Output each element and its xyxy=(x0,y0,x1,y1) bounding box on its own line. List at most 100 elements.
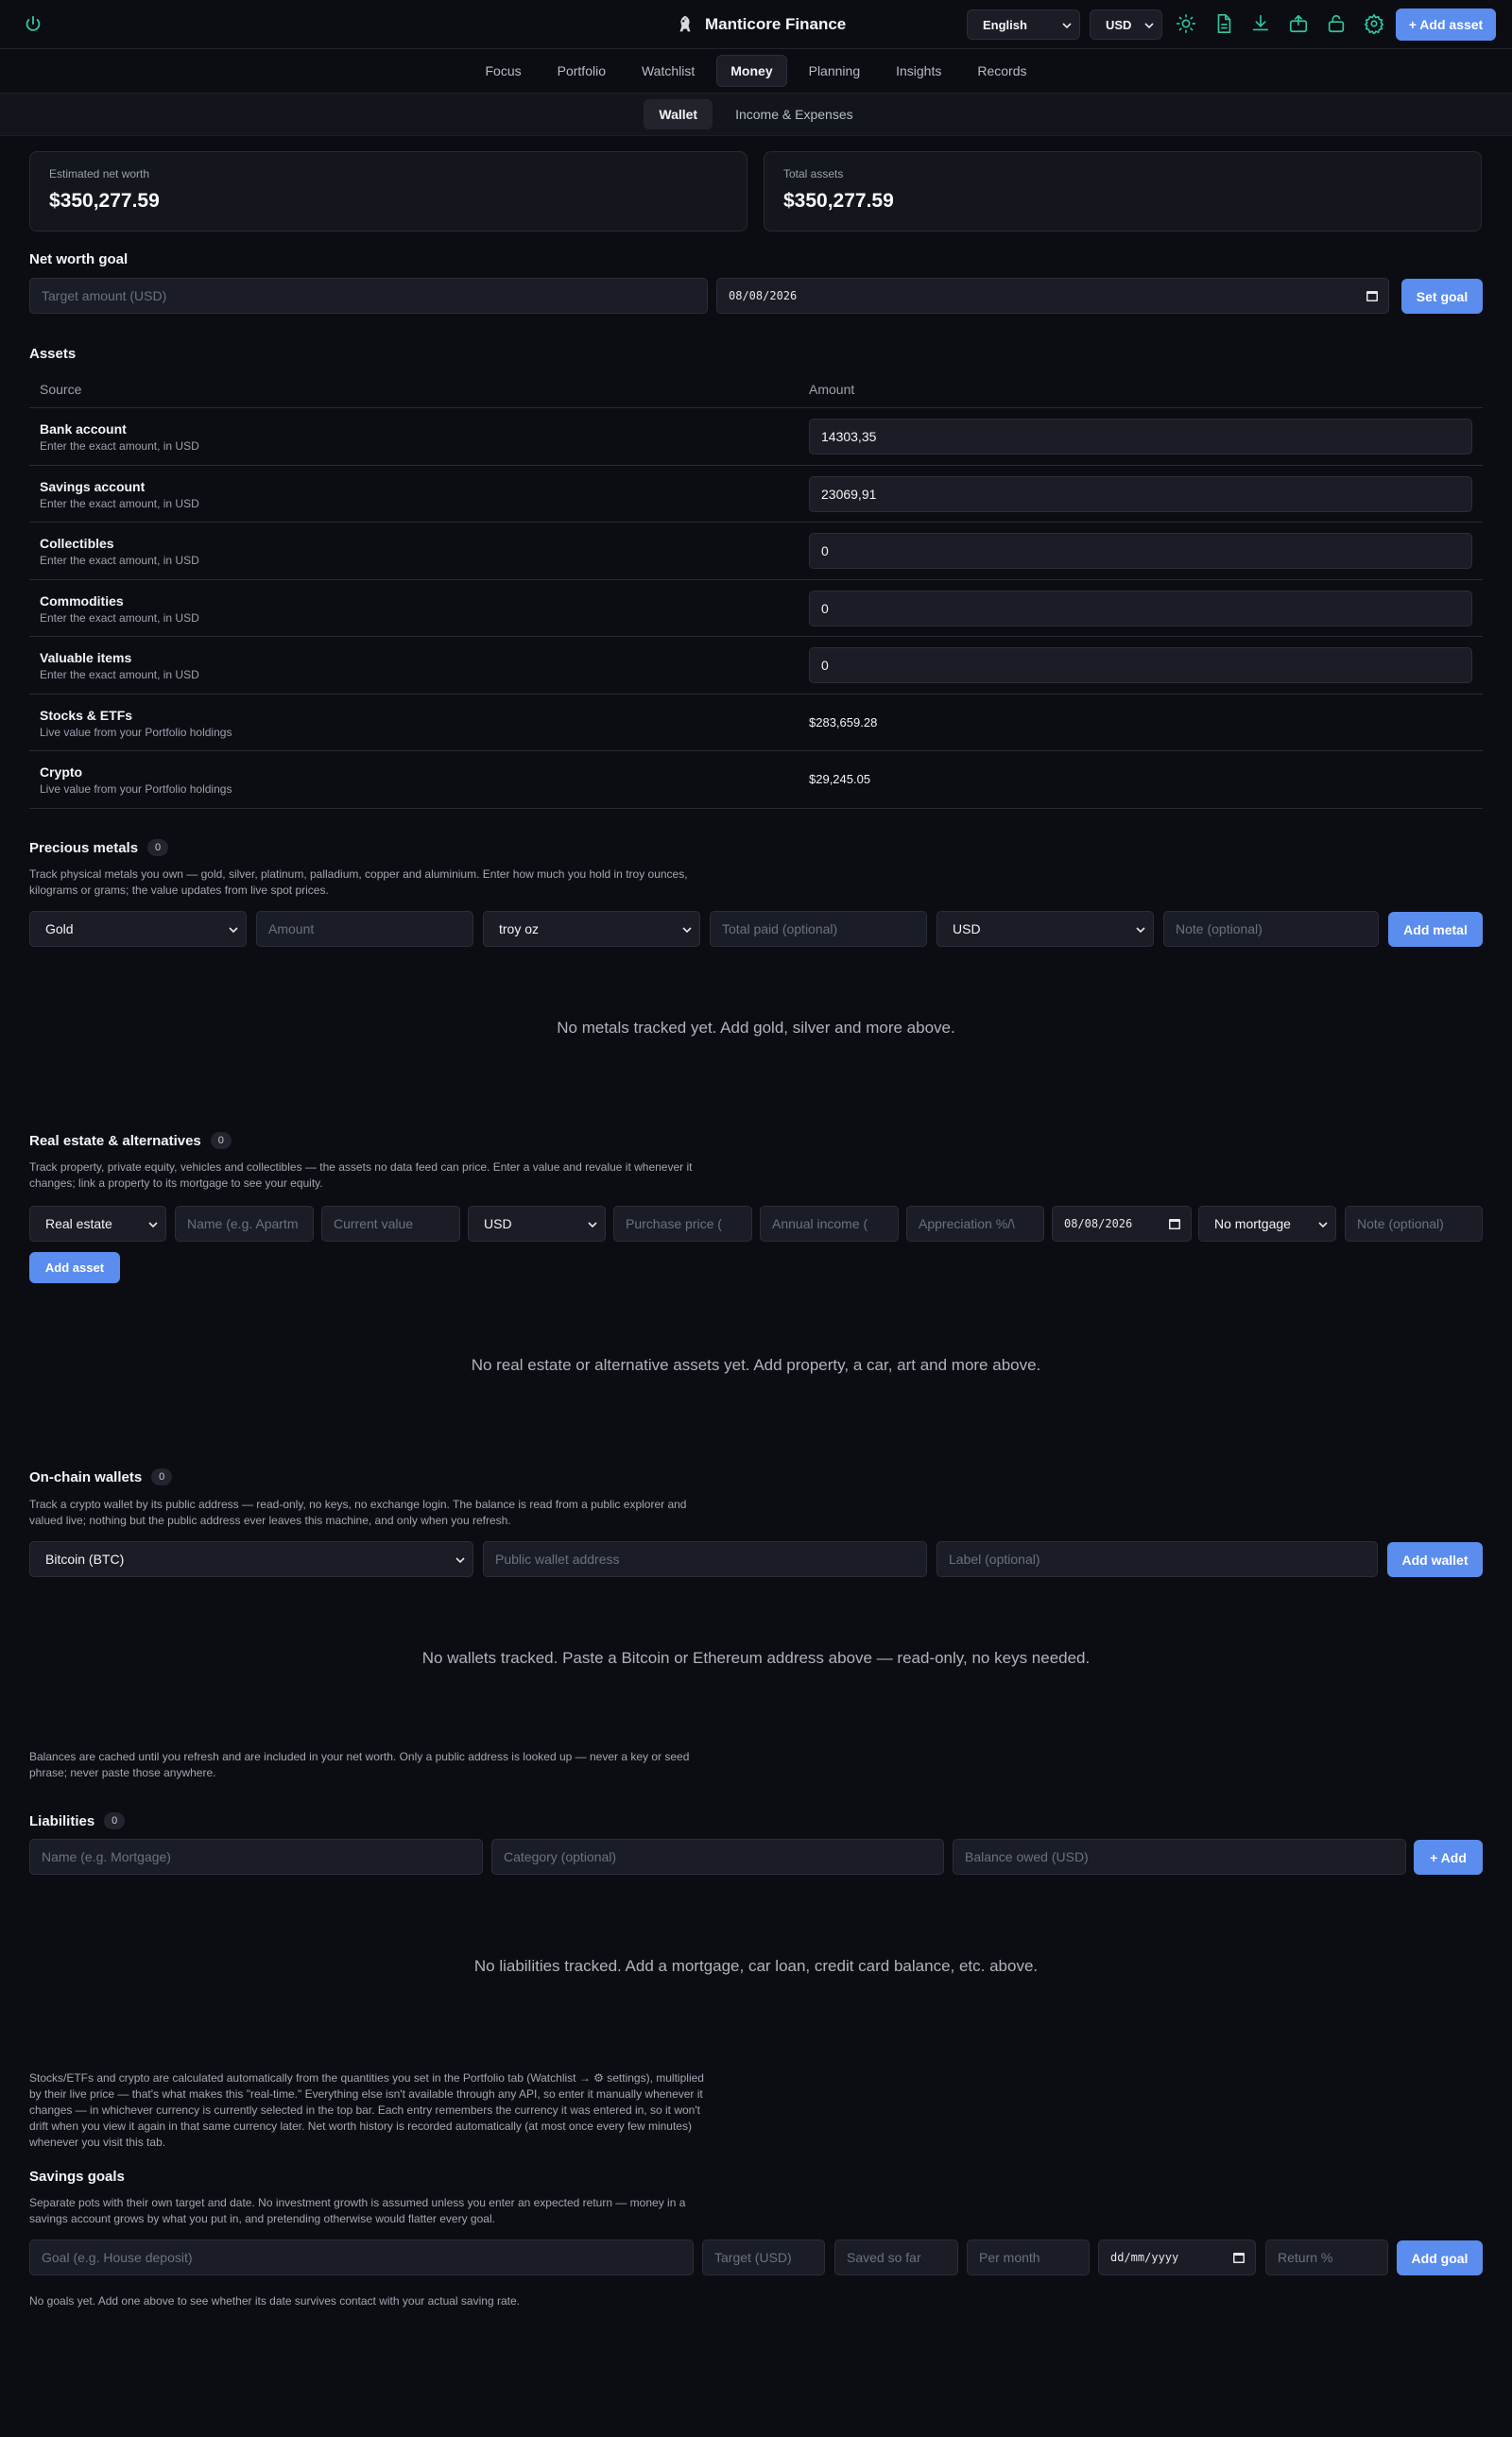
metal-currency-select[interactable]: USD xyxy=(936,911,1154,947)
add-alt-asset-button[interactable]: Add asset xyxy=(29,1252,120,1283)
calendar-icon[interactable] xyxy=(1366,289,1379,302)
asset-name: Valuable items xyxy=(40,650,132,665)
tab-portfolio[interactable]: Portfolio xyxy=(543,55,620,87)
wallets-title: On-chain wallets 0 xyxy=(29,1468,173,1485)
total-assets-label: Total assets xyxy=(783,167,844,180)
asset-sub: Enter the exact amount, in USD xyxy=(40,496,199,510)
asset-currency-select[interactable]: USD xyxy=(468,1206,606,1242)
asset-type-value: Real estate xyxy=(45,1216,112,1231)
savings-account-input[interactable]: 23069,91 xyxy=(809,475,1472,512)
savings-return-input[interactable]: Return % xyxy=(1265,2240,1388,2275)
add-asset-top-button[interactable]: + Add asset xyxy=(1396,9,1496,41)
tab-income-expenses[interactable]: Income & Expenses xyxy=(720,99,868,129)
asset-name-input[interactable]: Name (e.g. Apartm xyxy=(175,1206,314,1242)
real-estate-description: Track property, private equity, vehicles… xyxy=(29,1160,693,1190)
goal-target-input[interactable]: Target amount (USD) xyxy=(29,278,708,314)
total-assets-value: $350,277.59 xyxy=(783,190,894,212)
wallets-empty-state: No wallets tracked. Paste a Bitcoin or E… xyxy=(421,1649,1091,1667)
tab-records[interactable]: Records xyxy=(963,55,1040,87)
net-worth-goal-title: Net worth goal xyxy=(29,251,129,267)
metals-empty-state: No metals tracked yet. Add gold, silver … xyxy=(557,1019,955,1037)
metal-note-input[interactable]: Note (optional) xyxy=(1163,911,1379,947)
purchase-date-input[interactable]: 08/08/2026 xyxy=(1052,1206,1192,1242)
asset-row-valuable-items: Valuable items Enter the exact amount, i… xyxy=(29,637,1483,695)
total-assets-card: Total assets $350,277.59 xyxy=(764,151,1482,232)
metal-amount-input[interactable]: Amount xyxy=(256,911,473,947)
real-estate-empty-state: No real estate or alternative assets yet… xyxy=(471,1356,1041,1374)
power-icon[interactable] xyxy=(23,14,43,35)
crypto-value: $29,245.05 xyxy=(809,772,871,786)
asset-row-crypto: Crypto Live value from your Portfolio ho… xyxy=(29,751,1483,809)
savings-goal-name-input[interactable]: Goal (e.g. House deposit) xyxy=(29,2240,694,2275)
calendar-icon[interactable] xyxy=(1232,2251,1246,2264)
realtime-note: Stocks/ETFs and crypto are calculated au… xyxy=(29,2071,704,2149)
wallet-address-input[interactable]: Public wallet address xyxy=(483,1541,927,1577)
sun-icon[interactable] xyxy=(1176,13,1196,34)
valuable-items-input[interactable]: 0 xyxy=(809,647,1472,683)
asset-name: Stocks & ETFs xyxy=(40,707,133,723)
savings-monthly-input[interactable]: Per month xyxy=(967,2240,1090,2275)
chevron-down-icon xyxy=(682,927,692,934)
metal-unit-select[interactable]: troy oz xyxy=(483,911,700,947)
savings-description: Separate pots with their own target and … xyxy=(29,2196,686,2225)
upload-icon[interactable] xyxy=(1288,13,1309,34)
tab-money[interactable]: Money xyxy=(716,55,787,87)
tab-wallet[interactable]: Wallet xyxy=(644,99,713,129)
savings-date-input[interactable]: dd/mm/yyyy xyxy=(1098,2240,1256,2275)
add-wallet-button[interactable]: Add wallet xyxy=(1387,1542,1483,1577)
goal-date-input[interactable]: 08/08/2026 xyxy=(716,278,1389,314)
asset-sub: Enter the exact amount, in USD xyxy=(40,554,199,567)
real-estate-count-badge: 0 xyxy=(210,1132,232,1149)
savings-saved-input[interactable]: Saved so far xyxy=(834,2240,958,2275)
metal-select[interactable]: Gold xyxy=(29,911,247,947)
currency-select[interactable]: USD xyxy=(1090,9,1162,40)
collectibles-input[interactable]: 0 xyxy=(809,533,1472,569)
purchase-price-input[interactable]: Purchase price ( xyxy=(613,1206,752,1242)
language-select[interactable]: English xyxy=(967,9,1080,40)
add-liability-button[interactable]: + Add xyxy=(1414,1840,1483,1875)
real-estate-title: Real estate & alternatives 0 xyxy=(29,1132,232,1149)
precious-metals-title: Precious metals 0 xyxy=(29,839,169,856)
asset-value-input[interactable]: Current value xyxy=(321,1206,460,1242)
sub-nav: Wallet Income & Expenses xyxy=(0,93,1512,136)
tab-watchlist[interactable]: Watchlist xyxy=(627,55,709,87)
tab-focus[interactable]: Focus xyxy=(472,55,536,87)
assets-table: Source Amount Bank account Enter the exa… xyxy=(29,370,1483,809)
commodities-input[interactable]: 0 xyxy=(809,590,1472,626)
liability-name-input[interactable]: Name (e.g. Mortgage) xyxy=(29,1839,483,1875)
metal-paid-input[interactable]: Total paid (optional) xyxy=(710,911,927,947)
brand: Manticore Finance xyxy=(675,11,846,38)
asset-type-select[interactable]: Real estate xyxy=(29,1206,166,1242)
chevron-down-icon xyxy=(1062,23,1072,29)
lock-icon[interactable] xyxy=(1326,13,1347,34)
tab-insights[interactable]: Insights xyxy=(882,55,955,87)
asset-row-stocks-etfs: Stocks & ETFs Live value from your Portf… xyxy=(29,695,1483,751)
chain-select[interactable]: Bitcoin (BTC) xyxy=(29,1541,473,1577)
assets-table-header: Source Amount xyxy=(29,370,1483,408)
add-goal-button[interactable]: Add goal xyxy=(1397,2240,1483,2275)
appreciation-input[interactable]: Appreciation %/\ xyxy=(906,1206,1044,1242)
download-icon[interactable] xyxy=(1250,13,1271,34)
wallet-label-input[interactable]: Label (optional) xyxy=(936,1541,1378,1577)
liabilities-empty-state: No liabilities tracked. Add a mortgage, … xyxy=(473,1957,1039,1975)
tab-planning[interactable]: Planning xyxy=(795,55,875,87)
annual-income-input[interactable]: Annual income ( xyxy=(760,1206,899,1242)
asset-sub: Enter the exact amount, in USD xyxy=(40,439,199,453)
liabilities-title: Liabilities 0 xyxy=(29,1812,126,1829)
set-goal-button[interactable]: Set goal xyxy=(1401,279,1483,314)
asset-currency-value: USD xyxy=(484,1216,512,1231)
gear-icon[interactable] xyxy=(1364,13,1384,34)
mortgage-select[interactable]: No mortgage xyxy=(1198,1206,1336,1242)
liability-category-input[interactable]: Category (optional) xyxy=(491,1839,944,1875)
calendar-icon[interactable] xyxy=(1168,1217,1181,1230)
add-metal-button[interactable]: Add metal xyxy=(1388,912,1483,947)
savings-empty-state: No goals yet. Add one above to see wheth… xyxy=(29,2294,520,2308)
real-estate-label: Real estate & alternatives xyxy=(29,1132,201,1149)
asset-row-savings-account: Savings account Enter the exact amount, … xyxy=(29,466,1483,523)
document-icon[interactable] xyxy=(1213,13,1234,34)
savings-target-input[interactable]: Target (USD) xyxy=(702,2240,825,2275)
bank-account-input[interactable]: 14303,35 xyxy=(809,419,1472,455)
metal-unit-value: troy oz xyxy=(499,921,540,936)
asset-note-input[interactable]: Note (optional) xyxy=(1345,1206,1483,1242)
liability-balance-input[interactable]: Balance owed (USD) xyxy=(953,1839,1406,1875)
